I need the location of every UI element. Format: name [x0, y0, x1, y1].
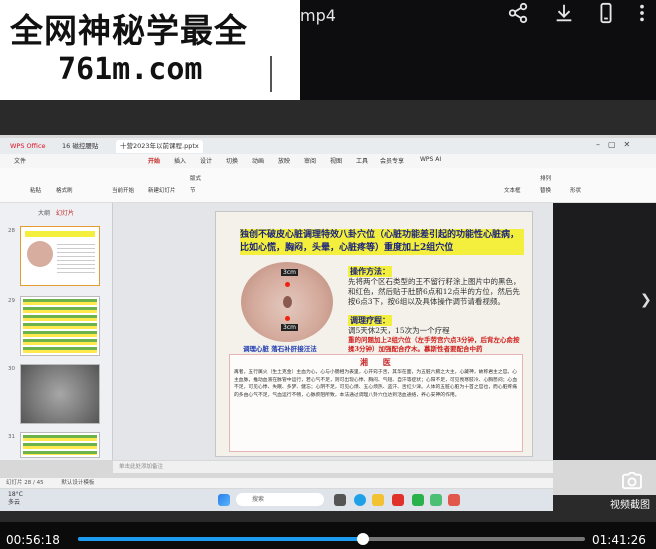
edge-icon[interactable] — [354, 494, 366, 506]
watermark-divider — [270, 56, 272, 92]
thumb-number: 29 — [8, 298, 15, 304]
weather-widget[interactable]: 18°C 多云 — [8, 491, 23, 507]
ribbon-arrange[interactable]: 排列 — [540, 174, 551, 182]
method-heading: 操作方法： — [348, 266, 392, 277]
menu-tools[interactable]: 工具 — [356, 156, 368, 165]
ribbon-paste[interactable]: 粘贴 — [30, 186, 41, 194]
current-time: 00:56:18 — [6, 533, 60, 547]
thumb-number: 28 — [8, 228, 15, 234]
menu-review[interactable]: 审阅 — [304, 156, 316, 165]
menu-home[interactable]: 开始 — [148, 156, 160, 165]
video-title: mp4 — [300, 6, 336, 25]
taskview-icon[interactable] — [334, 494, 346, 506]
severe-note: 重的问题加上2组穴位（左手劳宫穴点3分钟，后背左心俞按揉3分钟）加强配合疗木。慕… — [348, 336, 520, 353]
windows-start-icon[interactable] — [218, 494, 230, 506]
ribbon-toolbar — [0, 168, 656, 203]
slide-thumbnail[interactable] — [20, 296, 100, 356]
weather-desc: 多云 — [8, 499, 21, 506]
total-time: 01:41:26 — [592, 533, 646, 547]
navel-center — [283, 296, 292, 308]
tab-label: WPS Office — [10, 142, 46, 150]
download-icon[interactable] — [550, 2, 578, 28]
photo-caption: 调理心脏 落石补肝接汪法 — [243, 345, 317, 353]
camera-icon — [621, 472, 643, 494]
menu-insert[interactable]: 插入 — [174, 156, 186, 165]
menu-animation[interactable]: 动画 — [252, 156, 264, 165]
playback-bar — [0, 522, 656, 549]
ribbon-replace[interactable]: 替换 — [540, 186, 551, 194]
app-icon[interactable] — [448, 494, 460, 506]
slide-thumbnail[interactable] — [20, 226, 100, 286]
tab-doc-1[interactable]: 16 磁控腰贴 — [58, 140, 102, 153]
menu-slideshow[interactable]: 放映 — [278, 156, 290, 165]
taskbar-search[interactable]: 搜索 — [236, 493, 324, 506]
tab-slides[interactable]: 幻灯片 — [56, 208, 74, 217]
chevron-right-icon[interactable]: ❯ — [640, 292, 652, 308]
video-title-text: mp4 — [300, 6, 336, 25]
tab-doc-active[interactable]: 十营2023年以前课程.pptx — [116, 140, 203, 153]
explanation-panel: 湘 医 再者，五行属火（生土克金）主血为心，心与小肠相为表里，心开窍于舌，其华在… — [229, 354, 523, 452]
course-text: 调5天休2天，15次为一个疗程 — [348, 326, 450, 335]
panel-text: 再者，五行属火（生土克金）主血为心，心与小肠相为表里，心开窍于舌，其华在面，为五… — [234, 370, 518, 398]
acupoint-dot — [285, 282, 290, 287]
video-screenshot-button[interactable]: 视频截图 — [608, 466, 656, 514]
panel-title: 湘 医 — [360, 358, 397, 367]
tab-label: 16 磁控腰贴 — [62, 142, 99, 150]
photo-label-bottom: 3cm — [281, 324, 298, 331]
ribbon-section[interactable]: 节 — [190, 186, 196, 194]
status-bar: 幻灯片 28 / 45 默认设计模板 — [0, 478, 553, 488]
window-controls[interactable]: –▢✕ — [596, 140, 638, 149]
slide-thumbnail[interactable] — [20, 364, 100, 424]
weather-temp: 18°C — [8, 491, 23, 498]
course-heading: 调理疗程： — [348, 315, 392, 326]
thumb-number: 30 — [8, 366, 15, 372]
ribbon-layout[interactable]: 版式 — [190, 174, 201, 182]
slide-thumbnail[interactable] — [20, 432, 100, 458]
ribbon-new-slide[interactable]: 新建幻灯片 — [148, 186, 176, 194]
watermark-logo: 全网神秘学最全 761m.com — [0, 0, 300, 100]
progress-fill — [78, 537, 363, 541]
wps-menu-bar — [0, 154, 656, 168]
acupoint-dot — [285, 316, 290, 321]
tab-label: 十营2023年以前课程.pptx — [120, 142, 199, 150]
tab-wps-office[interactable]: WPS Office — [6, 140, 50, 153]
slide-title: 独创不破皮心脏调理特效八卦穴位（心脏功能差引起的功能性心脏病，比如心慌，胸闷，头… — [240, 229, 524, 255]
progress-handle[interactable] — [357, 533, 369, 545]
taskbar-search-label: 搜索 — [252, 496, 265, 503]
explorer-icon[interactable] — [372, 494, 384, 506]
photo-label-top: 3cm — [281, 269, 298, 276]
ribbon-format-painter[interactable]: 格式刷 — [56, 186, 73, 194]
ribbon-from-current[interactable]: 当前开始 — [112, 186, 134, 194]
menu-file[interactable]: 文件 — [14, 156, 26, 165]
slide-counter: 幻灯片 28 / 45 — [6, 480, 44, 486]
right-edge — [553, 203, 656, 460]
menu-view[interactable]: 视图 — [330, 156, 342, 165]
ribbon-shape[interactable]: 形状 — [570, 186, 581, 194]
phone-icon[interactable] — [592, 2, 620, 28]
thumb-number: 31 — [8, 434, 15, 440]
menu-wps-ai[interactable]: WPS AI — [420, 156, 441, 163]
theme-name: 默认设计模板 — [61, 480, 95, 486]
ribbon-textbox[interactable]: 文本框 — [504, 186, 521, 194]
method-text: 先将两个区石类型的王不留行籽涂上图片中的黑色，和红色，然后贴于肚脐6点和12点半… — [348, 277, 521, 306]
share-icon[interactable] — [504, 2, 532, 28]
screenshot-label: 视频截图 — [610, 500, 650, 511]
wechat-icon[interactable] — [412, 494, 424, 506]
menu-member[interactable]: 会员专享 — [380, 156, 404, 165]
menu-design[interactable]: 设计 — [200, 156, 212, 165]
tab-outline[interactable]: 大纲 — [38, 208, 50, 217]
wps-icon[interactable] — [392, 494, 404, 506]
more-icon[interactable] — [628, 2, 656, 28]
watermark-line1: 全网神秘学最全 — [10, 11, 248, 50]
watermark-line2: 761m.com — [58, 52, 203, 87]
notes-field[interactable]: 单击此处添加备注 — [113, 461, 553, 473]
app-icon[interactable] — [430, 494, 442, 506]
current-slide[interactable]: 独创不破皮心脏调理特效八卦穴位（心脏功能差引起的功能性心脏病，比如心慌，胸闷，头… — [215, 211, 533, 457]
menu-transition[interactable]: 切换 — [226, 156, 238, 165]
